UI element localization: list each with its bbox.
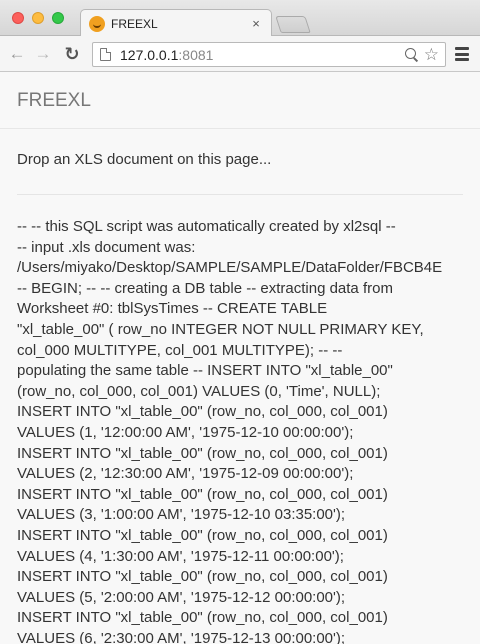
sql-line: (row_no, col_000, col_001) VALUES (0, 'T… bbox=[17, 382, 381, 400]
browser-tab[interactable]: FREEXL × bbox=[80, 9, 272, 37]
window-minimize-button[interactable] bbox=[32, 12, 44, 24]
sql-line: VALUES (6, '2:30:00 AM', '1975-12-13 00:… bbox=[17, 629, 346, 644]
address-bar[interactable]: 127.0.0.1:8081 ☆ bbox=[92, 42, 446, 67]
page-icon bbox=[100, 48, 111, 61]
sql-line: -- BEGIN; -- -- creating a DB table -- e… bbox=[17, 279, 393, 297]
sql-line: "xl_table_00" ( row_no INTEGER NOT NULL … bbox=[17, 320, 424, 338]
forward-arrow-icon[interactable]: → bbox=[33, 44, 53, 64]
window-close-button[interactable] bbox=[12, 12, 24, 24]
divider bbox=[17, 194, 463, 195]
back-arrow-icon[interactable]: ← bbox=[7, 44, 27, 64]
page-content: FREEXL Drop an XLS document on this page… bbox=[0, 73, 480, 644]
favicon-icon bbox=[89, 16, 105, 32]
sql-line: populating the same table -- INSERT INTO… bbox=[17, 362, 393, 380]
sql-line: VALUES (2, '12:30:00 AM', '1975-12-09 00… bbox=[17, 465, 354, 483]
window-maximize-button[interactable] bbox=[52, 12, 64, 24]
zoom-icon[interactable] bbox=[404, 47, 420, 63]
reload-icon[interactable]: ↻ bbox=[62, 44, 82, 64]
window-titlebar: FREEXL × bbox=[0, 0, 480, 37]
bookmark-star-icon[interactable]: ☆ bbox=[424, 45, 439, 64]
browser-menu-icon[interactable] bbox=[455, 47, 469, 61]
sql-line: INSERT INTO "xl_table_00" (row_no, col_0… bbox=[17, 485, 388, 503]
sql-line: VALUES (3, '1:00:00 AM', '1975-12-10 03:… bbox=[17, 506, 346, 524]
sql-line: VALUES (5, '2:00:00 AM', '1975-12-12 00:… bbox=[17, 588, 346, 606]
sql-line: VALUES (4, '1:30:00 AM', '1975-12-11 00:… bbox=[17, 547, 344, 565]
sql-line: -- -- this SQL script was automatically … bbox=[17, 218, 396, 235]
sql-line: -- input .xls document was: bbox=[17, 238, 196, 256]
browser-toolbar: ← → ↻ 127.0.0.1:8081 ☆ bbox=[0, 36, 480, 72]
dropzone-instructions[interactable]: Drop an XLS document on this page... bbox=[17, 151, 271, 168]
app-brand[interactable]: FREEXL bbox=[17, 90, 91, 112]
sql-line: INSERT INTO "xl_table_00" (row_no, col_0… bbox=[17, 444, 388, 462]
url-port: :8081 bbox=[178, 46, 214, 63]
sql-output: -- -- this SQL script was automatically … bbox=[17, 217, 480, 644]
tab-title: FREEXL bbox=[111, 17, 158, 31]
sql-line: /Users/miyako/Desktop/SAMPLE/SAMPLE/Data… bbox=[17, 259, 443, 277]
sql-line: VALUES (1, '12:00:00 AM', '1975-12-10 00… bbox=[17, 423, 354, 441]
sql-line: INSERT INTO "xl_table_00" (row_no, col_0… bbox=[17, 526, 388, 544]
url-host: 127.0.0.1 bbox=[120, 46, 179, 63]
url-text[interactable]: 127.0.0.1:8081 bbox=[120, 47, 404, 63]
sql-line: INSERT INTO "xl_table_00" (row_no, col_0… bbox=[17, 609, 388, 627]
app-navbar: FREEXL bbox=[0, 73, 480, 129]
sql-line: INSERT INTO "xl_table_00" (row_no, col_0… bbox=[17, 568, 388, 586]
sql-line: INSERT INTO "xl_table_00" (row_no, col_0… bbox=[17, 403, 388, 421]
new-tab-button[interactable] bbox=[275, 16, 311, 33]
sql-line: Worksheet #0: tblSysTimes -- CREATE TABL… bbox=[17, 300, 328, 318]
sql-line: col_000 MULTITYPE, col_001 MULTITYPE); -… bbox=[17, 341, 343, 359]
tab-close-icon[interactable]: × bbox=[249, 16, 263, 31]
